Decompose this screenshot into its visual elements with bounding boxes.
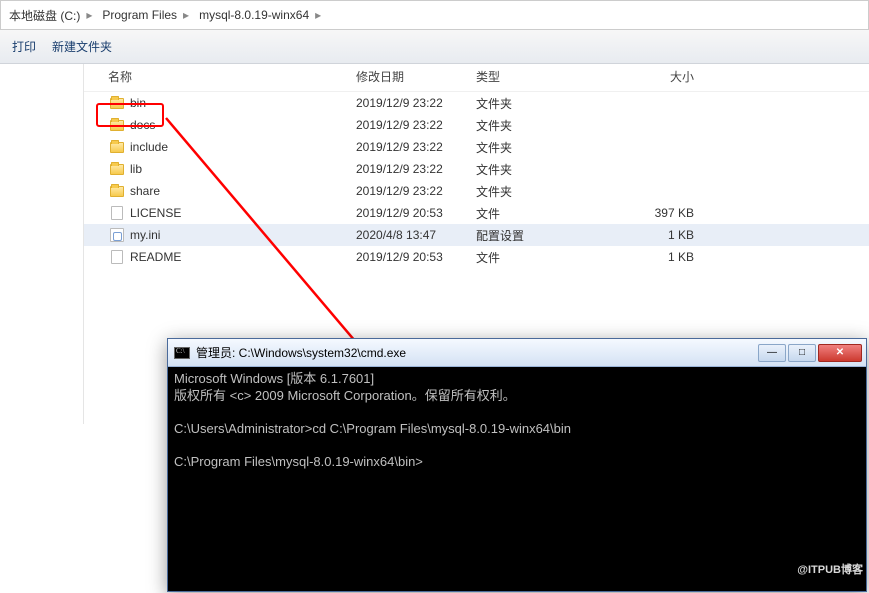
minimize-button[interactable]: — <box>758 344 786 362</box>
file-date: 2019/12/9 20:53 <box>356 206 476 220</box>
file-date: 2019/12/9 23:22 <box>356 118 476 132</box>
file-icon <box>108 206 126 220</box>
file-size: 397 KB <box>630 206 710 220</box>
table-row[interactable]: LICENSE2019/12/9 20:53文件397 KB <box>84 202 869 224</box>
address-bar[interactable]: 本地磁盘 (C:) ▸ Program Files ▸ mysql-8.0.19… <box>0 0 869 30</box>
maximize-button[interactable]: □ <box>788 344 816 362</box>
table-row[interactable]: README2019/12/9 20:53文件1 KB <box>84 246 869 268</box>
breadcrumb-drive[interactable]: 本地磁盘 (C:) <box>1 1 84 29</box>
file-date: 2019/12/9 20:53 <box>356 250 476 264</box>
col-type[interactable]: 类型 <box>476 68 630 85</box>
sidebar <box>0 64 84 424</box>
close-button[interactable]: ✕ <box>818 344 862 362</box>
file-name: README <box>126 250 356 264</box>
col-size[interactable]: 大小 <box>630 68 710 85</box>
file-icon <box>108 250 126 264</box>
cmd-output[interactable]: Microsoft Windows [版本 6.1.7601] 版权所有 <c>… <box>168 367 866 475</box>
file-type: 文件夹 <box>476 139 630 156</box>
cmd-window[interactable]: 管理员: C:\Windows\system32\cmd.exe — □ ✕ M… <box>167 338 867 592</box>
file-name: LICENSE <box>126 206 356 220</box>
file-name: share <box>126 184 356 198</box>
table-row[interactable]: share2019/12/9 23:22文件夹 <box>84 180 869 202</box>
chevron-right-icon: ▸ <box>313 8 323 22</box>
file-type: 文件夹 <box>476 161 630 178</box>
new-folder-button[interactable]: 新建文件夹 <box>52 38 112 55</box>
file-date: 2019/12/9 23:22 <box>356 140 476 154</box>
settings-file-icon <box>108 228 126 242</box>
table-row[interactable]: docs2019/12/9 23:22文件夹 <box>84 114 869 136</box>
file-date: 2020/4/8 13:47 <box>356 228 476 242</box>
col-date[interactable]: 修改日期 <box>356 68 476 85</box>
file-name: docs <box>126 118 356 132</box>
window-controls: — □ ✕ <box>758 344 862 362</box>
folder-icon <box>108 120 126 131</box>
folder-icon <box>108 164 126 175</box>
col-name[interactable]: 名称 <box>108 68 356 85</box>
file-type: 文件 <box>476 205 630 222</box>
file-type: 文件夹 <box>476 117 630 134</box>
file-name: bin <box>126 96 356 110</box>
breadcrumb-seg[interactable]: Program Files <box>94 1 181 29</box>
file-date: 2019/12/9 23:22 <box>356 162 476 176</box>
folder-icon <box>108 98 126 109</box>
toolbar: 打印 新建文件夹 <box>0 30 869 64</box>
chevron-right-icon: ▸ <box>181 8 191 22</box>
file-name: lib <box>126 162 356 176</box>
folder-icon <box>108 186 126 197</box>
file-date: 2019/12/9 23:22 <box>356 184 476 198</box>
table-row[interactable]: lib2019/12/9 23:22文件夹 <box>84 158 869 180</box>
table-row[interactable]: include2019/12/9 23:22文件夹 <box>84 136 869 158</box>
file-name: include <box>126 140 356 154</box>
file-date: 2019/12/9 23:22 <box>356 96 476 110</box>
file-type: 配置设置 <box>476 227 630 244</box>
table-row[interactable]: bin2019/12/9 23:22文件夹 <box>84 92 869 114</box>
folder-icon <box>108 142 126 153</box>
cmd-title-text: 管理员: C:\Windows\system32\cmd.exe <box>196 344 758 361</box>
chevron-right-icon: ▸ <box>84 8 94 22</box>
file-size: 1 KB <box>630 228 710 242</box>
file-type: 文件夹 <box>476 183 630 200</box>
file-type: 文件 <box>476 249 630 266</box>
file-name: my.ini <box>126 228 356 242</box>
file-type: 文件夹 <box>476 95 630 112</box>
cmd-icon <box>174 347 190 359</box>
column-headers[interactable]: 名称 修改日期 类型 大小 <box>84 64 869 92</box>
cmd-titlebar[interactable]: 管理员: C:\Windows\system32\cmd.exe — □ ✕ <box>168 339 866 367</box>
breadcrumb-seg[interactable]: mysql-8.0.19-winx64 <box>191 1 313 29</box>
file-size: 1 KB <box>630 250 710 264</box>
print-button[interactable]: 打印 <box>12 38 36 55</box>
table-row[interactable]: my.ini2020/4/8 13:47配置设置1 KB <box>84 224 869 246</box>
